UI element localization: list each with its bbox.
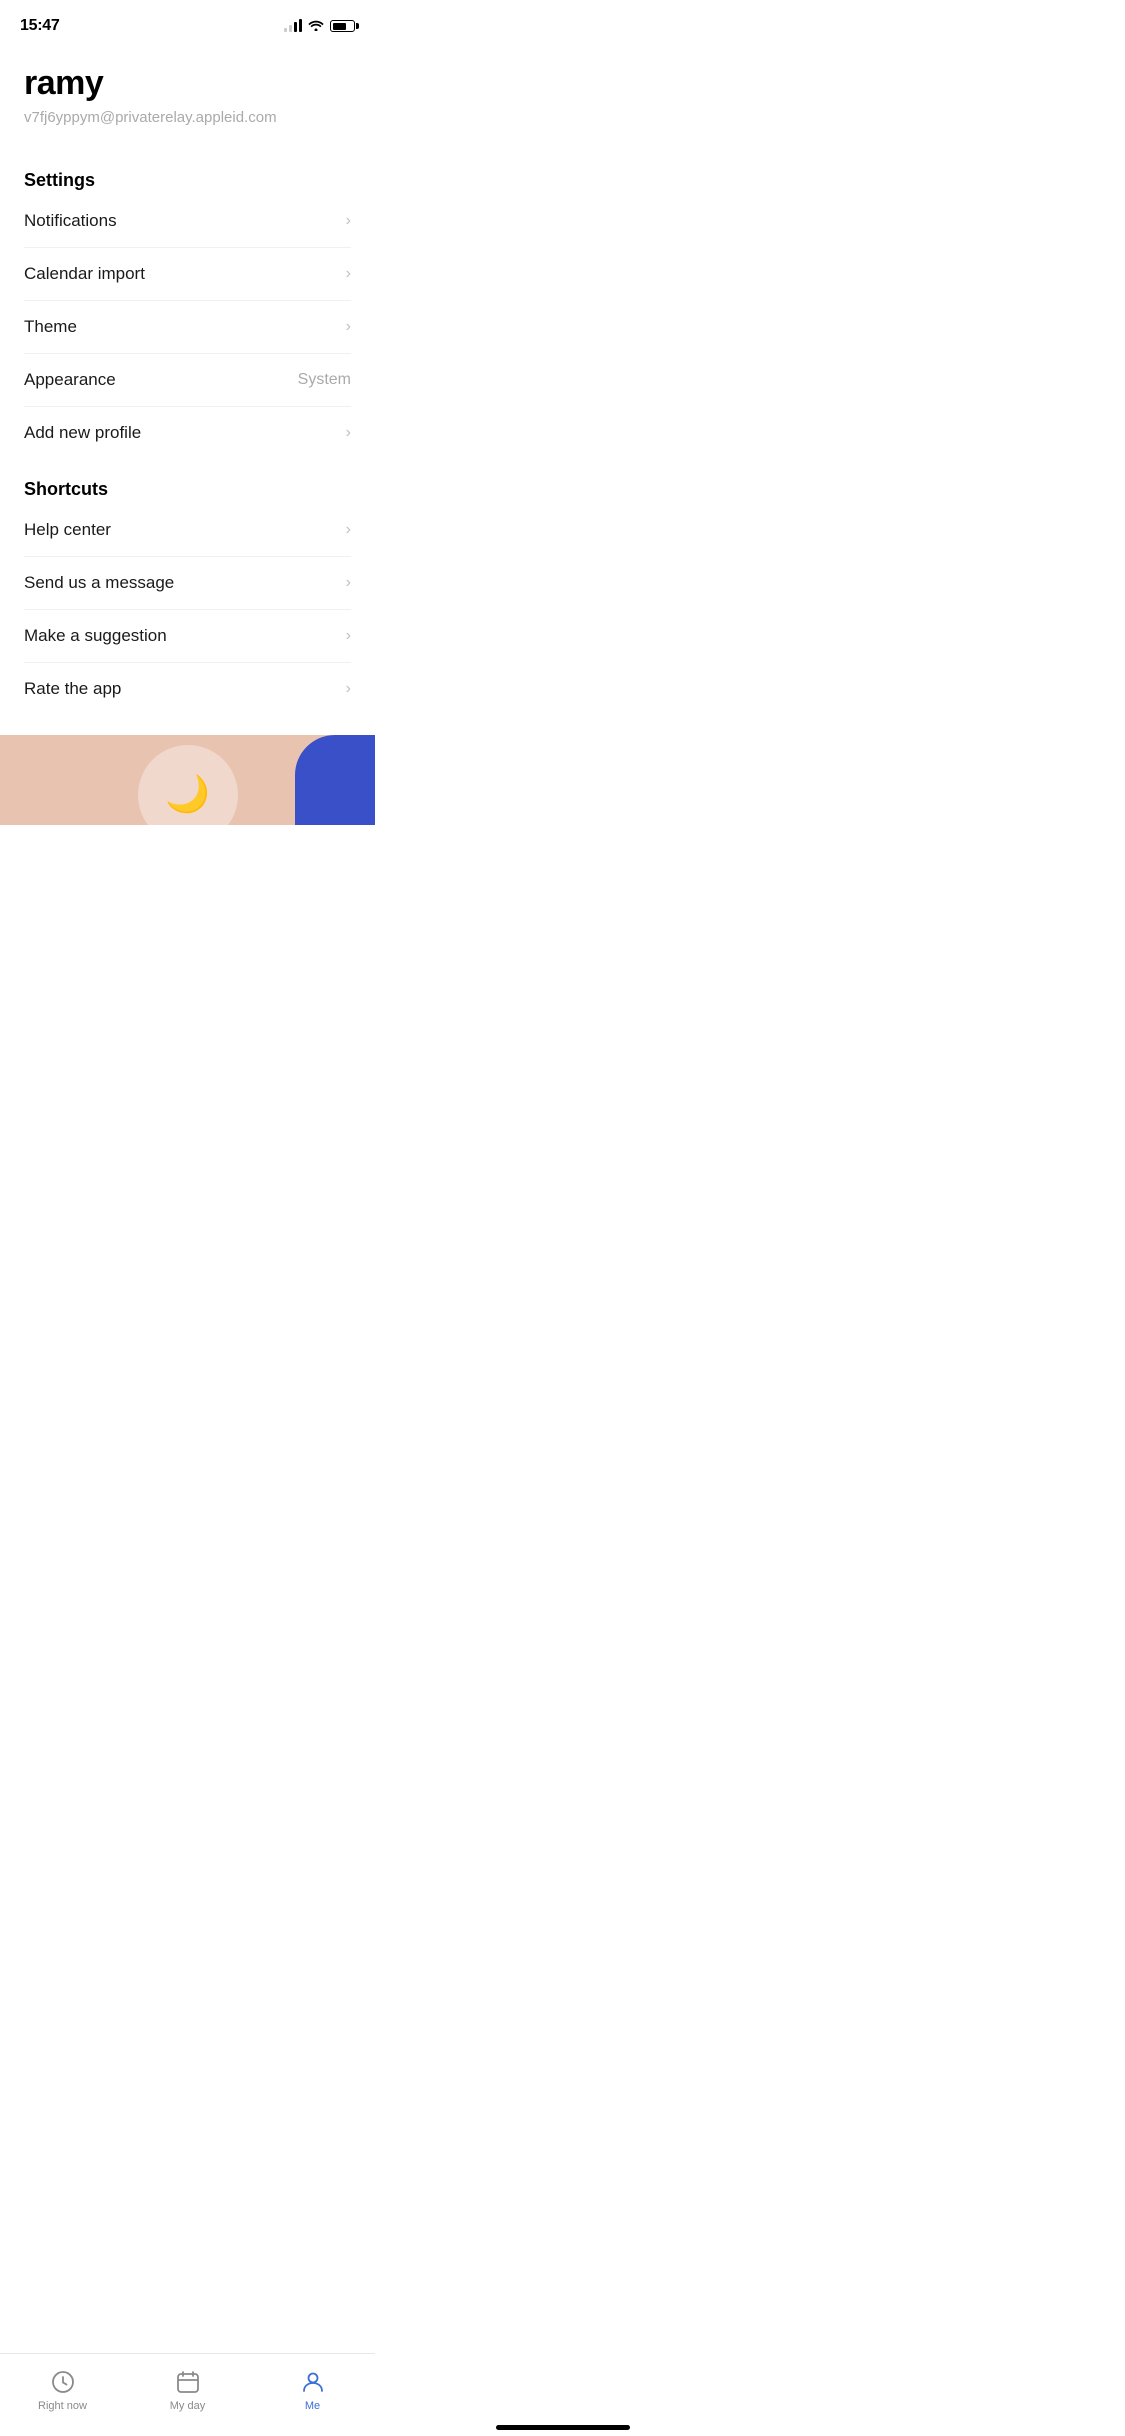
- shortcuts-suggestion-label: Make a suggestion: [24, 626, 167, 646]
- shortcuts-help-center-label: Help center: [24, 520, 111, 540]
- settings-theme-label: Theme: [24, 317, 77, 337]
- status-time: 15:47: [20, 17, 59, 35]
- settings-appearance-item[interactable]: Appearance System: [24, 354, 351, 407]
- chevron-icon: ›: [346, 424, 351, 442]
- settings-notifications-item[interactable]: Notifications ›: [24, 195, 351, 248]
- banner-blue-section: [295, 735, 375, 825]
- chevron-icon: ›: [346, 680, 351, 698]
- shortcuts-title: Shortcuts: [24, 479, 351, 500]
- settings-appearance-value: System: [298, 371, 351, 389]
- tab-bar: Right now My day Me: [0, 2353, 375, 2436]
- profile-email: v7fj6yppym@privaterelay.appleid.com: [24, 109, 351, 126]
- shortcuts-rate-app-label: Rate the app: [24, 679, 121, 699]
- home-indicator: [496, 2425, 630, 2430]
- shortcuts-help-center-right: ›: [346, 521, 351, 539]
- settings-calendar-import-item[interactable]: Calendar import ›: [24, 248, 351, 301]
- tab-my-day[interactable]: My day: [125, 2368, 250, 2412]
- tab-me[interactable]: Me: [250, 2368, 375, 2412]
- shortcuts-help-center-item[interactable]: Help center ›: [24, 504, 351, 557]
- profile-section: ramy v7fj6yppym@privaterelay.appleid.com: [0, 44, 375, 150]
- settings-appearance-label: Appearance: [24, 370, 116, 390]
- settings-appearance-right: System: [298, 371, 351, 389]
- tab-me-label: Me: [305, 2400, 320, 2412]
- shortcuts-rate-app-item[interactable]: Rate the app ›: [24, 663, 351, 715]
- shortcuts-suggestion-item[interactable]: Make a suggestion ›: [24, 610, 351, 663]
- shortcuts-suggestion-right: ›: [346, 627, 351, 645]
- chevron-icon: ›: [346, 212, 351, 230]
- clock-icon: [49, 2368, 77, 2396]
- settings-add-profile-item[interactable]: Add new profile ›: [24, 407, 351, 459]
- shortcuts-send-message-item[interactable]: Send us a message ›: [24, 557, 351, 610]
- bottom-banner: 🌙: [0, 735, 375, 825]
- shortcuts-send-message-label: Send us a message: [24, 573, 174, 593]
- chevron-icon: ›: [346, 627, 351, 645]
- settings-add-profile-right: ›: [346, 424, 351, 442]
- settings-calendar-import-right: ›: [346, 265, 351, 283]
- shortcuts-send-message-right: ›: [346, 574, 351, 592]
- settings-add-profile-label: Add new profile: [24, 423, 141, 443]
- tab-right-now-label: Right now: [38, 2400, 87, 2412]
- settings-theme-item[interactable]: Theme ›: [24, 301, 351, 354]
- status-bar: 15:47: [0, 0, 375, 44]
- chevron-icon: ›: [346, 521, 351, 539]
- profile-name: ramy: [24, 64, 351, 103]
- shortcuts-rate-app-right: ›: [346, 680, 351, 698]
- calendar-icon: [174, 2368, 202, 2396]
- status-icons: [284, 19, 355, 34]
- battery-icon: [330, 20, 355, 32]
- settings-title: Settings: [24, 170, 351, 191]
- chevron-icon: ›: [346, 265, 351, 283]
- wifi-icon: [308, 19, 324, 34]
- settings-notifications-label: Notifications: [24, 211, 117, 231]
- person-icon: [299, 2368, 327, 2396]
- moon-icon: 🌙: [165, 773, 210, 815]
- settings-notifications-right: ›: [346, 212, 351, 230]
- chevron-icon: ›: [346, 318, 351, 336]
- chevron-icon: ›: [346, 574, 351, 592]
- settings-calendar-import-label: Calendar import: [24, 264, 145, 284]
- settings-theme-right: ›: [346, 318, 351, 336]
- main-content: ramy v7fj6yppym@privaterelay.appleid.com…: [0, 44, 375, 925]
- tab-right-now[interactable]: Right now: [0, 2368, 125, 2412]
- shortcuts-section: Shortcuts Help center › Send us a messag…: [0, 479, 375, 715]
- tab-my-day-label: My day: [170, 2400, 205, 2412]
- settings-section: Settings Notifications › Calendar import…: [0, 170, 375, 459]
- signal-icon: [284, 20, 302, 32]
